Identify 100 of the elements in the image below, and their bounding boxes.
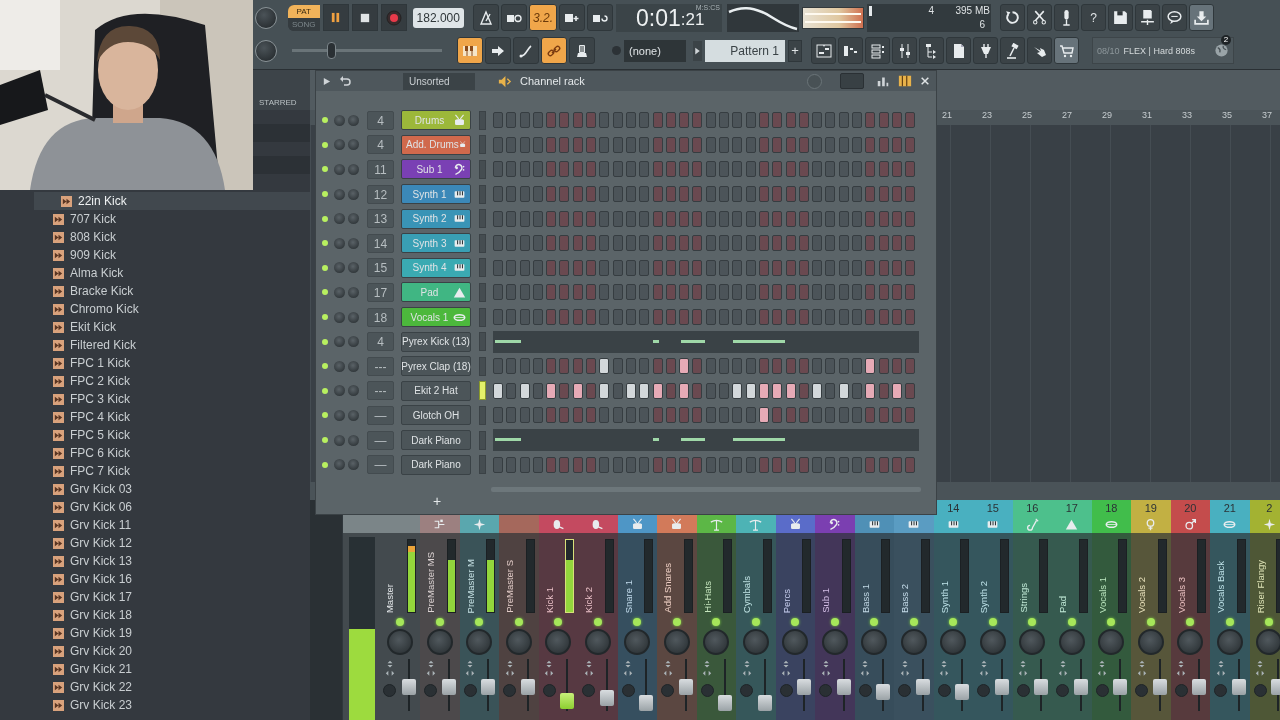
browser-item[interactable]: Alma Kick	[34, 264, 310, 282]
notification-badge: 2	[1221, 35, 1231, 45]
track-number: 20	[1184, 502, 1197, 515]
channel-dropdown[interactable]: (none)	[624, 39, 686, 62]
track-number: 14	[947, 502, 960, 515]
starred-label: STARRED	[259, 98, 297, 107]
browser-item[interactable]: Grv Kick 03	[34, 480, 310, 498]
mixer-track-field[interactable]: 4	[367, 135, 394, 155]
mixer-track-field[interactable]: —	[367, 430, 394, 450]
track-number: 17	[1065, 502, 1078, 515]
browser-item[interactable]: Grv Kick 22	[34, 678, 310, 696]
browser-item[interactable]: 808 Kick	[34, 228, 310, 246]
track-name: Synth 1	[938, 580, 950, 613]
bar-number: 37	[1261, 110, 1273, 122]
help-button[interactable]: ?	[1080, 4, 1106, 31]
hint-text: FLEX | Hard 808s	[1123, 45, 1195, 56]
mixer-track-field[interactable]: 15	[367, 258, 394, 278]
track-name: Riser Flangy	[1254, 559, 1266, 613]
bar-number: 33	[1181, 110, 1193, 122]
track-number: 15	[986, 502, 999, 515]
track-name: PreMaster MS	[425, 552, 436, 613]
browser-item[interactable]: Grv Kick 17	[34, 588, 310, 606]
mixer-track-field[interactable]: 12	[367, 184, 394, 204]
mixer-track-field[interactable]: ---	[367, 356, 394, 376]
track-number: 18	[1105, 502, 1118, 515]
track-name: Sub 1	[820, 588, 831, 613]
track-name: Vocals 2	[1136, 577, 1147, 613]
pattern-selector[interactable]: Pattern 1	[705, 39, 785, 62]
channel-button[interactable]: Dark Piano	[401, 430, 471, 450]
track-name: Bass 2	[899, 583, 910, 613]
browser-item[interactable]: 707 Kick	[34, 210, 310, 228]
browser-item[interactable]: Grv Kick 13	[34, 552, 310, 570]
browser-item[interactable]: Grv Kick 19	[34, 624, 310, 642]
mixer-track-field[interactable]: 11	[367, 160, 394, 179]
browser-item[interactable]: Grv Kick 06	[34, 498, 310, 516]
track-name: Synth 2	[978, 580, 989, 613]
mode-toggle[interactable]: PAT	[288, 4, 320, 18]
track-name: Cymbals	[741, 576, 752, 613]
browser-item[interactable]: FPC 4 Kick	[34, 408, 310, 426]
bar-number: 35	[1221, 110, 1233, 122]
track-name: Kick 1	[543, 587, 555, 613]
mixer-track-field[interactable]: 18	[367, 307, 394, 327]
track-name: Strings	[1017, 583, 1029, 613]
browser-item[interactable]: Grv Kick 23	[34, 696, 310, 714]
mixer-track-field[interactable]: 13	[367, 209, 394, 229]
mixer-track-field[interactable]: —	[367, 405, 394, 425]
browser-item[interactable]: Chromo Kick	[34, 300, 310, 318]
mixer-track-field[interactable]: 4	[367, 110, 394, 130]
add-channel-button[interactable]: +	[431, 493, 444, 508]
mixer-track-field[interactable]: 14	[367, 233, 394, 253]
channel-button[interactable]: Ekit 2 Hat	[401, 380, 471, 401]
browser-item[interactable]: FPC 6 Kick	[34, 444, 310, 462]
browser-item[interactable]: Grv Kick 16	[34, 570, 310, 588]
browser-item[interactable]: 909 Kick	[34, 246, 310, 264]
bar-number: 25	[1021, 110, 1033, 122]
polyphony-value: 6	[978, 19, 985, 30]
browser-item[interactable]: FPC 5 Kick	[34, 426, 310, 444]
bar-number: 29	[1101, 110, 1113, 122]
mixer-track-field[interactable]: —	[367, 455, 394, 475]
browser-item[interactable]: FPC 7 Kick	[34, 462, 310, 480]
browser-item[interactable]: Ekit Kick	[34, 318, 310, 336]
browser-item[interactable]: FPC 2 Kick	[34, 372, 310, 390]
memory-value: 395 MB	[954, 5, 990, 16]
countdown-button[interactable]: 3.2.	[528, 4, 557, 31]
browser-item[interactable]: Filtered Kick	[34, 336, 310, 354]
track-name: Add Snares	[662, 563, 673, 613]
track-name: Vocals 1	[1096, 577, 1108, 613]
mixer-track-field[interactable]: 4	[367, 332, 394, 352]
browser-item[interactable]: Grv Kick 18	[34, 606, 310, 624]
channel-button[interactable]: Dark Piano	[401, 454, 471, 475]
browser-item[interactable]: Bracke Kick	[34, 282, 310, 300]
tempo-field[interactable]: 182.000	[412, 7, 464, 28]
browser-item[interactable]: Grv Kick 20	[34, 642, 310, 660]
track-number: 21	[1223, 502, 1236, 515]
channel-button[interactable]: Sub 1	[401, 159, 471, 180]
bar-number: 27	[1061, 110, 1073, 122]
browser-item[interactable]: Grv Kick 11	[34, 516, 310, 534]
browser-item[interactable]: FPC 3 Kick	[34, 390, 310, 408]
mixer-track-field[interactable]: ---	[367, 381, 394, 401]
track-name: Bass 1	[859, 583, 871, 613]
channel-button[interactable]: Pyrex Clap (18)	[401, 356, 471, 377]
add-pattern-button[interactable]: +	[788, 39, 802, 62]
bar-number: 23	[981, 110, 993, 122]
time-readout: 0:01	[635, 3, 681, 32]
channel-button[interactable]: Pyrex Kick (13)	[401, 331, 471, 352]
browser-item[interactable]: FPC 1 Kick	[34, 354, 310, 372]
mixer-track-field[interactable]: 17	[367, 282, 394, 302]
hint-count: 08/10	[1097, 45, 1120, 56]
track-name: Snare 1	[622, 579, 634, 613]
track-number: 16	[1026, 502, 1039, 515]
browser-item[interactable]: 22in Kick	[34, 192, 310, 210]
track-number: 19	[1144, 502, 1157, 515]
channel-button[interactable]: Glotch OH	[401, 405, 471, 426]
cpu-value: 4	[927, 5, 934, 16]
track-name: PreMaster S	[504, 560, 515, 613]
group-filter-dropdown[interactable]: Unsorted	[403, 72, 475, 90]
browser-item[interactable]: Grv Kick 12	[34, 534, 310, 552]
track-name: Vocals 3	[1175, 577, 1187, 613]
browser-item[interactable]: Grv Kick 21	[34, 660, 310, 678]
track-name: Vocals Back	[1215, 561, 1226, 613]
